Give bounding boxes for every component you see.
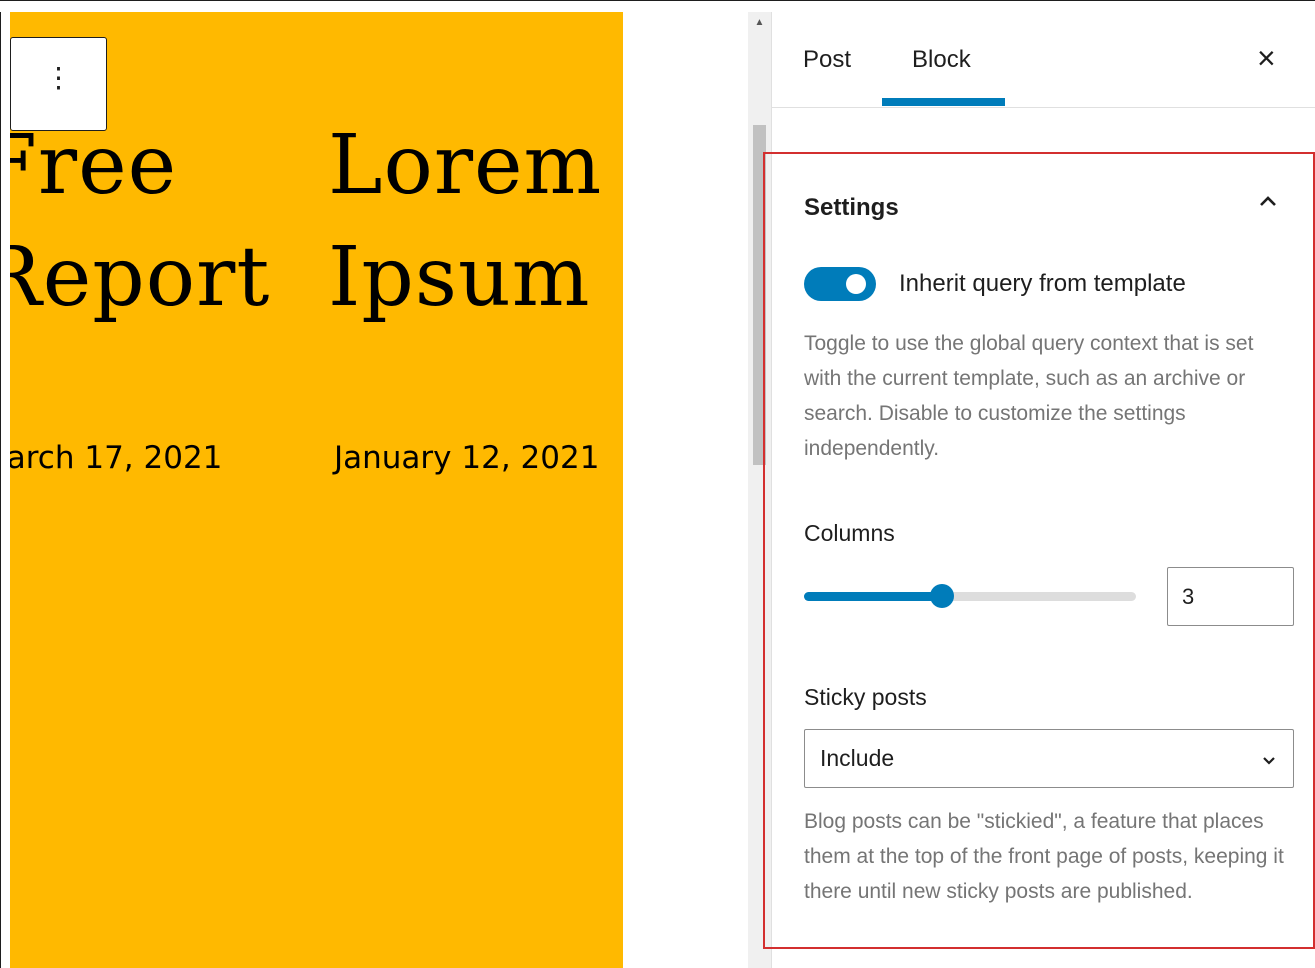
more-vertical-icon: ⋮ (44, 62, 73, 93)
inherit-query-label[interactable]: Inherit query from template (899, 270, 1186, 298)
tab-block[interactable]: Block (912, 46, 971, 74)
sticky-posts-label: Sticky posts (804, 684, 927, 710)
post-title-2[interactable]: Lorem Ipsum (328, 110, 602, 334)
block-more-options-button[interactable]: ⋮ (10, 37, 107, 131)
window-left-border (0, 12, 10, 968)
columns-label: Columns (804, 520, 895, 546)
editor-canvas[interactable]: Free Report Lorem Ipsum March 17, 2021 J… (10, 12, 623, 968)
sidebar-tabs: Post Block × (772, 12, 1315, 108)
sticky-posts-help: Blog posts can be "stickied", a feature … (804, 810, 1284, 903)
toggle-knob (846, 274, 866, 294)
inherit-query-toggle[interactable] (804, 267, 876, 301)
scroll-up-arrow-icon[interactable]: ▲ (748, 16, 771, 30)
columns-slider-thumb[interactable] (930, 584, 954, 608)
post-date-2: January 12, 2021 (334, 440, 600, 476)
post-date-1: March 17, 2021 (10, 440, 223, 476)
close-icon[interactable]: × (1257, 42, 1276, 74)
canvas-gutter (623, 12, 748, 968)
chevron-up-icon[interactable] (1256, 190, 1280, 214)
columns-slider-fill (804, 592, 942, 601)
window-top-border (0, 0, 1315, 12)
inherit-query-help: Toggle to use the global query context t… (804, 332, 1254, 460)
active-tab-indicator (882, 98, 1005, 106)
post-title-1[interactable]: Free Report (10, 110, 270, 334)
settings-panel-title[interactable]: Settings (804, 194, 899, 222)
sticky-posts-selected-value: Include (820, 745, 895, 771)
columns-number-input[interactable] (1167, 567, 1294, 626)
tab-post[interactable]: Post (803, 46, 851, 74)
sticky-posts-select[interactable]: Include (804, 729, 1294, 788)
chevron-down-icon (1263, 757, 1275, 765)
columns-slider[interactable] (804, 584, 1136, 608)
